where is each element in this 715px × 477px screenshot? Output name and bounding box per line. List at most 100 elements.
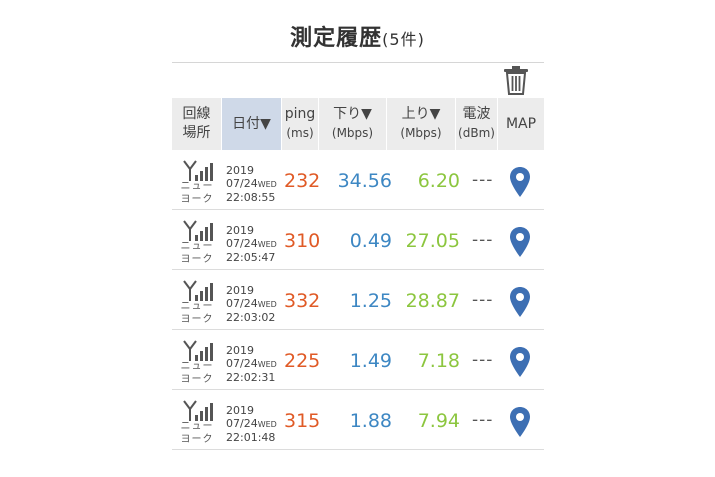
signal-value: ---	[472, 350, 494, 370]
location-line-1: ニュー	[180, 241, 214, 252]
upload-value: 7.18	[417, 350, 460, 372]
measured-datetime: 2019 07/24WED 22:05:47	[226, 224, 277, 264]
map-pin-icon[interactable]	[509, 346, 531, 378]
date-time: 22:08:55	[226, 191, 276, 204]
column-header-signal-unit: (dBm)	[458, 126, 495, 140]
date-monthday: 07/24	[226, 297, 258, 310]
location-line-1: ニュー	[180, 361, 214, 372]
column-header-date-label: 日付▼	[232, 115, 271, 132]
column-header-line-bottom: 場所	[182, 125, 211, 141]
column-header-ping-label: ping	[284, 106, 316, 122]
column-header-upload-label: 上り▼	[401, 106, 441, 122]
measured-datetime: 2019 07/24WED 22:03:02	[226, 284, 277, 324]
table-header: 回線 場所 日付▼ ping (ms) 下り▼ (Mbps) 上り▼ (Mbps…	[172, 98, 544, 150]
date-weekday: WED	[257, 360, 277, 369]
download-value: 1.49	[349, 350, 392, 372]
signal-antenna-icon	[183, 400, 213, 421]
table-row[interactable]: ニューヨーク 2019 07/24WED 22:02:31 225 1.49 7.1…	[172, 330, 544, 390]
location-line-2: ヨーク	[180, 374, 214, 385]
signal-value: ---	[472, 410, 494, 430]
table-row[interactable]: ニューヨーク 2019 07/24WED 22:05:47 310 0.49 27.…	[172, 210, 544, 270]
column-header-download-unit: (Mbps)	[331, 126, 374, 140]
table-row[interactable]: ニューヨーク 2019 07/24WED 22:01:48 315 1.88 7.9…	[172, 390, 544, 450]
ping-value: 315	[284, 410, 321, 432]
location-line-2: ヨーク	[180, 434, 214, 445]
column-header-ping[interactable]: ping (ms)	[282, 98, 319, 150]
date-monthday: 07/24	[226, 177, 258, 190]
location-line-1: ニュー	[180, 181, 214, 192]
upload-value: 7.94	[417, 410, 460, 432]
ping-value: 310	[284, 230, 321, 252]
location-label: ニュー ヨーク	[180, 180, 214, 206]
date-year: 2019	[226, 284, 254, 297]
ping-value: 225	[284, 350, 321, 372]
signal-value: ---	[472, 230, 494, 250]
measured-datetime: 2019 07/24WED 22:08:55	[226, 164, 277, 204]
title-text: 測定履歴	[290, 26, 383, 51]
column-header-map-label: MAP	[505, 115, 537, 132]
map-pin-icon[interactable]	[509, 226, 531, 258]
map-pin-icon[interactable]	[509, 166, 531, 198]
column-header-date[interactable]: 日付▼	[222, 98, 282, 150]
column-header-ping-unit: (ms)	[286, 126, 314, 140]
trash-icon[interactable]	[502, 65, 530, 95]
ping-value: 232	[284, 170, 321, 192]
location-label: ニュー ヨーク	[180, 360, 214, 386]
history-list: ニュー ヨーク 2019 07/24WED 22:08:55 232 34.56 6.…	[172, 150, 544, 450]
column-header-download-label: 下り▼	[333, 106, 372, 122]
measured-datetime: 2019 07/24WED 22:01:48	[226, 404, 277, 444]
date-weekday: WED	[257, 180, 277, 189]
signal-antenna-icon	[183, 220, 213, 241]
upload-value: 27.05	[405, 230, 460, 252]
column-header-line-top: 回線	[182, 106, 211, 122]
column-header-signal-label: 電波	[462, 106, 491, 122]
location-line-2: ヨーク	[180, 254, 214, 265]
table-row[interactable]: ニューヨーク 2019 07/24WED 22:08:55 232 34.56 6.…	[172, 150, 544, 210]
date-year: 2019	[226, 164, 254, 177]
column-header-upload-unit: (Mbps)	[400, 126, 442, 140]
map-pin-icon[interactable]	[509, 406, 531, 438]
column-header-download[interactable]: 下り▼ (Mbps)	[319, 98, 387, 150]
location-line-2: ヨーク	[180, 194, 214, 205]
download-value: 0.49	[349, 230, 392, 252]
table-row[interactable]: ニューヨーク 2019 07/24WED 22:03:02 332 1.25 28.…	[172, 270, 544, 330]
signal-value: ---	[472, 290, 494, 310]
column-header-signal[interactable]: 電波 (dBm)	[456, 98, 498, 150]
upload-value: 6.20	[417, 170, 460, 192]
signal-antenna-icon	[183, 340, 213, 361]
upload-value: 28.87	[405, 290, 460, 312]
column-header-line[interactable]: 回線 場所	[172, 98, 222, 150]
location-label: ニュー ヨーク	[180, 240, 214, 266]
date-weekday: WED	[257, 240, 277, 249]
date-monthday: 07/24	[226, 357, 258, 370]
date-time: 22:05:47	[226, 251, 276, 264]
column-header-upload[interactable]: 上り▼ (Mbps)	[387, 98, 456, 150]
signal-value: ---	[472, 170, 494, 190]
date-monthday: 07/24	[226, 417, 258, 430]
download-value: 34.56	[337, 170, 392, 192]
measured-datetime: 2019 07/24WED 22:02:31	[226, 344, 277, 384]
location-line-2: ヨーク	[180, 314, 214, 325]
date-weekday: WED	[257, 300, 277, 309]
location-line-1: ニュー	[180, 421, 214, 432]
ping-value: 332	[284, 290, 321, 312]
download-value: 1.25	[349, 290, 392, 312]
page-title: 測定履歴(5件)	[0, 20, 715, 52]
date-time: 22:01:48	[226, 431, 276, 444]
location-line-1: ニュー	[180, 301, 214, 312]
signal-antenna-icon	[183, 160, 213, 181]
map-pin-icon[interactable]	[509, 286, 531, 318]
location-label: ニュー ヨーク	[180, 300, 214, 326]
date-time: 22:02:31	[226, 371, 276, 384]
title-divider	[172, 62, 544, 63]
date-year: 2019	[226, 344, 254, 357]
date-year: 2019	[226, 224, 254, 237]
location-label: ニュー ヨーク	[180, 420, 214, 446]
download-value: 1.88	[349, 410, 392, 432]
date-year: 2019	[226, 404, 254, 417]
record-count: (5件)	[382, 30, 425, 49]
date-monthday: 07/24	[226, 237, 258, 250]
signal-antenna-icon	[183, 280, 213, 301]
date-time: 22:03:02	[226, 311, 276, 324]
column-header-map[interactable]: MAP	[498, 98, 544, 150]
